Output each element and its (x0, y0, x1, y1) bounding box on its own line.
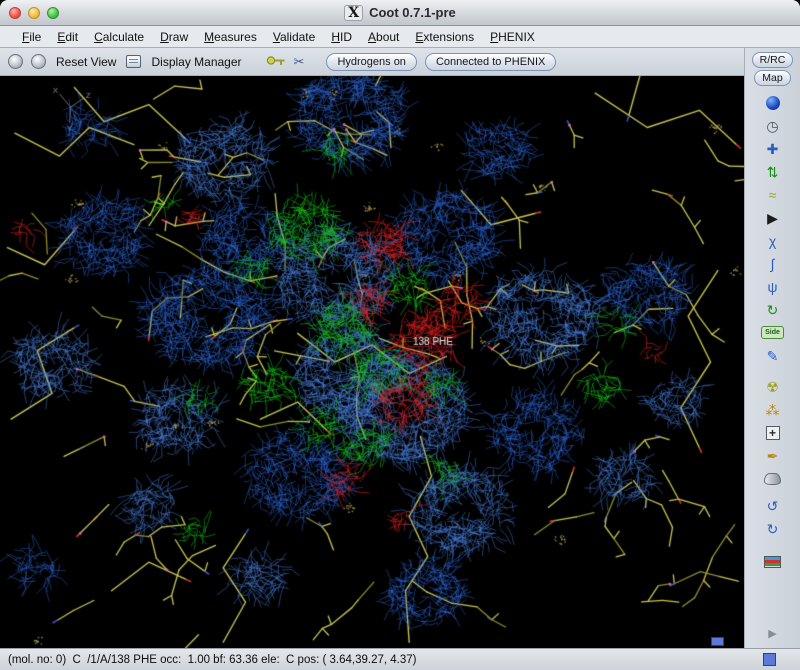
menu-about[interactable]: About (360, 28, 407, 46)
toolbar-overflow-icon[interactable]: ▶ (768, 627, 776, 640)
knob-icon-1[interactable] (8, 54, 23, 69)
scroll-thumb[interactable] (711, 637, 724, 646)
hydrogens-toggle-button[interactable]: Hydrogens on (326, 53, 417, 71)
rrc-button[interactable]: R/RC (752, 52, 794, 68)
window-controls (9, 7, 59, 19)
translate-icon[interactable]: ✚ (745, 138, 800, 159)
zoom-button[interactable] (47, 7, 59, 19)
refine-arrows-icon[interactable]: ⇅ (745, 161, 800, 182)
menu-draw[interactable]: Draw (152, 28, 196, 46)
add-glyph: + (766, 426, 780, 440)
menu-bar: File Edit Calculate Draw Measures Valida… (0, 26, 800, 48)
map-button[interactable]: Map (754, 70, 790, 86)
pepflip-icon[interactable]: ∫ (745, 253, 800, 274)
display-manager-icon (126, 55, 141, 68)
scissors-icon[interactable]: ✂ (294, 55, 305, 68)
right-toolbar: R/RC Map ◷ ✚ ⇅ ≈ ▶ χ ∫ ψ ↻ Side ✎ ☢ ⁂ + … (744, 48, 800, 648)
menu-measures[interactable]: Measures (196, 28, 265, 46)
brush-icon[interactable]: ✒ (745, 445, 800, 466)
pencil-icon[interactable]: ✎ (745, 345, 800, 366)
radiation-icon[interactable]: ☢ (745, 376, 800, 397)
menu-extensions[interactable]: Extensions (407, 28, 482, 46)
menu-phenix[interactable]: PHENIX (482, 28, 543, 46)
menu-edit[interactable]: Edit (49, 28, 86, 46)
display-manager-button[interactable]: Display Manager (149, 55, 243, 69)
side-chain-label: Side (761, 326, 784, 339)
left-column: Reset View Display Manager ✂ Hydrogens o… (0, 48, 744, 648)
menu-file[interactable]: File (14, 28, 49, 46)
sphere-glyph (766, 96, 780, 110)
status-text: (mol. no: 0) C /1/A/138 PHE occ: 1.00 bf… (8, 654, 416, 666)
chi-angles-icon[interactable]: χ (745, 230, 800, 251)
menu-hid[interactable]: HID (323, 28, 360, 46)
toolbar: Reset View Display Manager ✂ Hydrogens o… (0, 48, 744, 76)
status-indicator (763, 653, 776, 666)
status-bar: (mol. no: 0) C /1/A/138 PHE occ: 1.00 bf… (0, 648, 800, 670)
sphere-icon[interactable] (745, 92, 800, 113)
flag-glyph (764, 556, 781, 568)
minimize-button[interactable] (28, 7, 40, 19)
flag-icon[interactable] (745, 551, 800, 572)
title-group: X Coot 0.7.1-pre (344, 5, 456, 21)
knob-icon-2[interactable] (31, 54, 46, 69)
app-window: X Coot 0.7.1-pre File Edit Calculate Dra… (0, 0, 800, 670)
menu-calculate[interactable]: Calculate (86, 28, 152, 46)
reset-view-button[interactable]: Reset View (54, 55, 118, 69)
key-icon[interactable] (266, 53, 286, 71)
clock-icon[interactable]: ◷ (745, 115, 800, 136)
menu-validate[interactable]: Validate (265, 28, 324, 46)
side-chain-icon[interactable]: Side (745, 322, 800, 343)
window-title: Coot 0.7.1-pre (369, 5, 456, 20)
rotamer-icon[interactable]: ψ (745, 276, 800, 297)
phenix-status-button[interactable]: Connected to PHENIX (425, 53, 556, 71)
spring-icon[interactable]: ≈ (745, 184, 800, 205)
title-bar[interactable]: X Coot 0.7.1-pre (0, 0, 800, 26)
molecule-icon[interactable]: ⁂ (745, 399, 800, 420)
rotate-translate-icon[interactable]: ↻ (745, 299, 800, 320)
molecular-canvas[interactable] (0, 76, 744, 648)
x11-icon: X (344, 5, 363, 21)
redo-icon[interactable]: ↻ (745, 518, 800, 539)
cylinder-glyph (764, 473, 781, 485)
cylinder-icon[interactable] (745, 468, 800, 489)
close-button[interactable] (9, 7, 21, 19)
undo-icon[interactable]: ↺ (745, 495, 800, 516)
main-region: Reset View Display Manager ✂ Hydrogens o… (0, 48, 800, 648)
play-icon[interactable]: ▶ (745, 207, 800, 228)
add-icon[interactable]: + (745, 422, 800, 443)
viewport[interactable] (0, 76, 744, 648)
